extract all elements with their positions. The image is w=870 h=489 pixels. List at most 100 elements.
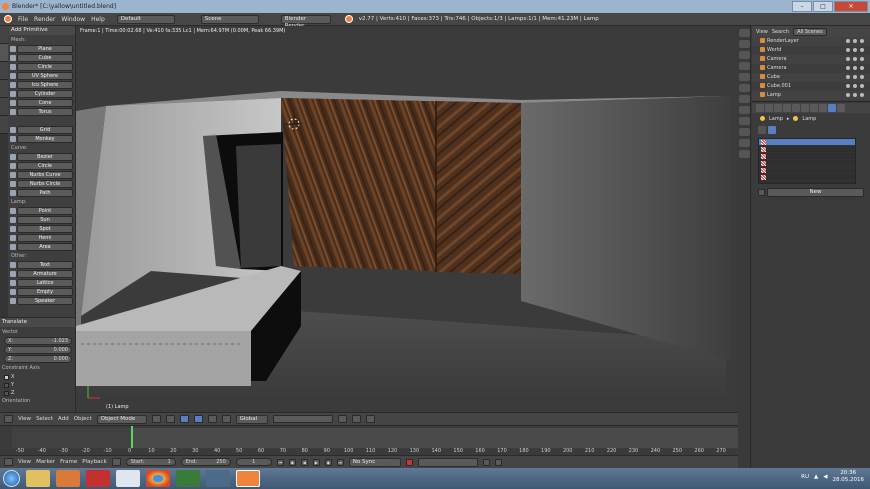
editor-type-icon[interactable] xyxy=(4,458,13,466)
cursor-icon[interactable] xyxy=(853,66,857,70)
record-icon[interactable] xyxy=(405,458,413,466)
rotate-icon[interactable] xyxy=(207,415,217,423)
vector-y-field[interactable]: Y: 0.000 xyxy=(4,346,72,354)
add-circle-button[interactable]: Circle xyxy=(10,162,73,170)
editor-type-icon[interactable] xyxy=(4,415,13,423)
proportional-edit-icon[interactable] xyxy=(337,415,347,423)
keying-set-field[interactable] xyxy=(417,457,478,467)
add-text-button[interactable]: Text xyxy=(10,261,73,269)
outliner-item[interactable]: RenderLayer xyxy=(752,37,870,46)
editor-type-icon[interactable] xyxy=(4,15,12,23)
scene-tab-icon[interactable] xyxy=(774,104,782,112)
media-player-icon[interactable] xyxy=(56,470,80,487)
camera-icon[interactable] xyxy=(860,93,864,97)
maximize-button[interactable]: □ xyxy=(813,1,833,12)
audio-player-icon[interactable] xyxy=(86,470,110,487)
tab-toggle[interactable] xyxy=(739,84,750,92)
play-reverse-icon[interactable]: ◀ xyxy=(300,458,308,466)
vector-x-field[interactable]: X: -1.023 xyxy=(4,337,72,345)
notepad-icon[interactable] xyxy=(116,470,140,487)
data-tab-icon[interactable] xyxy=(819,104,827,112)
add-point-button[interactable]: Point xyxy=(10,207,73,215)
tab-toggle[interactable] xyxy=(739,40,750,48)
cursor-icon[interactable] xyxy=(853,48,857,52)
menu-select[interactable]: Select xyxy=(36,416,53,422)
add-bezier-button[interactable]: Bezier xyxy=(10,153,73,161)
mode-select[interactable]: Object Mode xyxy=(96,414,147,424)
vector-z-field[interactable]: Z: 0.000 xyxy=(4,355,72,363)
add-armature-button[interactable]: Armature xyxy=(10,270,73,278)
minimize-button[interactable]: – xyxy=(792,1,812,12)
explorer-icon[interactable] xyxy=(26,470,50,487)
add-hemi-button[interactable]: Hemi xyxy=(10,234,73,242)
pivot-icon[interactable] xyxy=(165,415,175,423)
add-spot-button[interactable]: Spot xyxy=(10,225,73,233)
eye-icon[interactable] xyxy=(846,57,850,61)
tab-toggle[interactable] xyxy=(739,150,750,158)
outliner-item[interactable]: Cube.001 xyxy=(752,82,870,91)
render-tab-icon[interactable] xyxy=(756,104,764,112)
world-context-icon[interactable] xyxy=(758,126,766,134)
menu-marker[interactable]: Marker xyxy=(36,459,55,465)
menu-window[interactable]: Window xyxy=(61,16,85,23)
visibility-toggles[interactable] xyxy=(846,48,864,52)
add-speaker-button[interactable]: Speaker xyxy=(10,297,73,305)
add-circle-button[interactable]: Circle xyxy=(10,63,73,71)
camera-icon[interactable] xyxy=(860,66,864,70)
tab-toggle[interactable] xyxy=(739,95,750,103)
tab-toggle[interactable] xyxy=(739,139,750,147)
add-cone-button[interactable]: Cone xyxy=(10,99,73,107)
app-icon[interactable] xyxy=(176,470,200,487)
add-cube-button[interactable]: Cube xyxy=(10,54,73,62)
tab-toggle[interactable] xyxy=(739,73,750,81)
scale-icon[interactable] xyxy=(221,415,231,423)
new-texture-button[interactable]: New xyxy=(767,188,864,197)
viewport-shading-icon[interactable] xyxy=(151,415,161,423)
menu-frame[interactable]: Frame xyxy=(60,459,77,465)
menu-playback[interactable]: Playback xyxy=(82,459,107,465)
modifiers-tab-icon[interactable] xyxy=(810,104,818,112)
tab-toggle[interactable] xyxy=(739,62,750,70)
outliner-item[interactable]: Camera xyxy=(752,55,870,64)
eye-icon[interactable] xyxy=(846,93,850,97)
visibility-toggles[interactable] xyxy=(846,75,864,79)
visibility-toggles[interactable] xyxy=(846,93,864,97)
add-area-button[interactable]: Area xyxy=(10,243,73,251)
add-monkey-button[interactable]: Monkey xyxy=(10,135,73,143)
cursor-icon[interactable] xyxy=(853,84,857,88)
cursor-icon[interactable] xyxy=(853,93,857,97)
start-frame-field[interactable]: Start: 1 xyxy=(125,458,176,466)
tab-animation[interactable] xyxy=(0,80,8,98)
blender-taskbar-icon[interactable] xyxy=(236,470,260,487)
layers-tab-icon[interactable] xyxy=(765,104,773,112)
visibility-toggles[interactable] xyxy=(846,66,864,70)
add-nurbs-curve-button[interactable]: Nurbs Curve xyxy=(10,171,73,179)
menu-help[interactable]: Help xyxy=(91,16,105,23)
add-sun-button[interactable]: Sun xyxy=(10,216,73,224)
texture-slot[interactable] xyxy=(759,139,855,146)
camera-icon[interactable] xyxy=(860,39,864,43)
chrome-icon[interactable] xyxy=(146,470,170,487)
add-ico-sphere-button[interactable]: Ico Sphere xyxy=(10,81,73,89)
add-lattice-button[interactable]: Lattice xyxy=(10,279,73,287)
menu-view[interactable]: View xyxy=(18,459,31,465)
camera-icon[interactable] xyxy=(860,48,864,52)
visibility-toggles[interactable] xyxy=(846,39,864,43)
timeline-editor[interactable]: -50 -40 -30 -20 -10 0 10 20 30 40 50 60 70 80 90 100 110… xyxy=(0,425,751,455)
add-empty-button[interactable]: Empty xyxy=(10,288,73,296)
tab-toggle[interactable] xyxy=(739,29,750,37)
panel-title[interactable]: Add Primitive xyxy=(9,26,75,35)
object-tab-icon[interactable] xyxy=(792,104,800,112)
texture-slot[interactable] xyxy=(759,153,855,160)
texture-slot[interactable] xyxy=(759,160,855,167)
tab-toggle[interactable] xyxy=(739,106,750,114)
camera-icon[interactable] xyxy=(860,57,864,61)
texture-slot-list[interactable] xyxy=(758,138,856,184)
tab-create[interactable] xyxy=(0,44,8,62)
render-preview-icon[interactable] xyxy=(365,415,375,423)
world-tab-icon[interactable] xyxy=(783,104,791,112)
tab-physics[interactable] xyxy=(0,98,8,116)
cursor-icon[interactable] xyxy=(853,57,857,61)
language-indicator[interactable]: RU xyxy=(801,474,809,480)
outliner-tab-view[interactable]: View xyxy=(756,29,768,35)
